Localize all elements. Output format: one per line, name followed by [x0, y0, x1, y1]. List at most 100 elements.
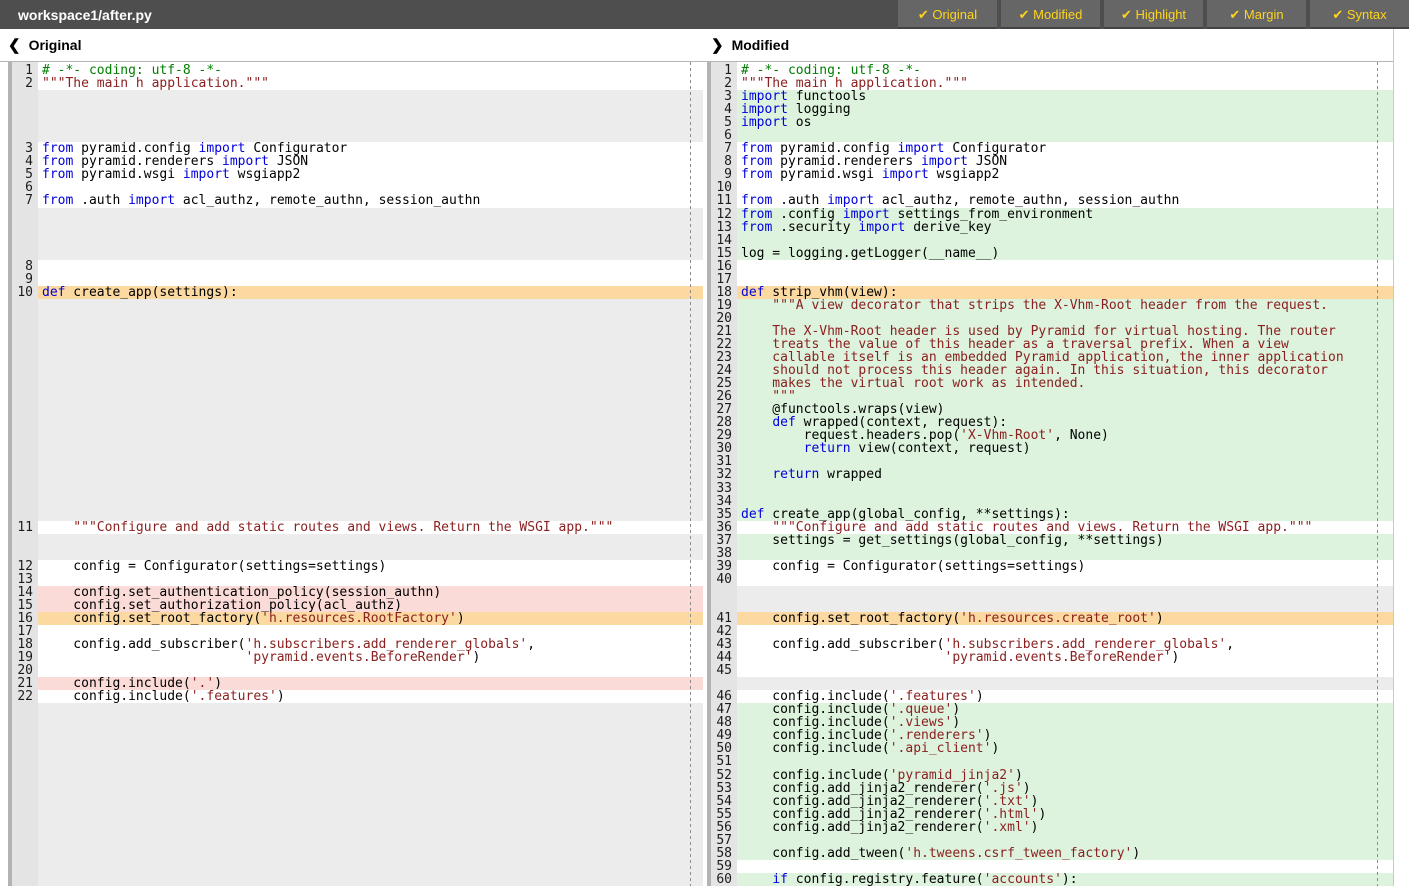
diff-filler — [38, 534, 703, 547]
line-number-gutter: 12345678910111213141516171819202122 — [12, 62, 38, 886]
line-number — [12, 482, 38, 495]
code-token: import — [882, 167, 929, 182]
original-pane-body[interactable]: 12345678910111213141516171819202122 # -*… — [0, 61, 703, 886]
diff-filler — [38, 834, 703, 847]
code-line[interactable] — [737, 573, 1393, 586]
code-token: settings = get_settings(global_config, *… — [741, 533, 1164, 548]
code-line[interactable] — [38, 260, 703, 273]
line-number — [12, 90, 38, 103]
diff-filler — [38, 703, 703, 716]
code-token: , None) — [1054, 428, 1109, 443]
code-line[interactable]: if config.registry.feature('accounts'): — [737, 873, 1393, 886]
line-number: 36 — [711, 521, 737, 534]
line-number — [12, 716, 38, 729]
modified-pane-body[interactable]: 1234567891011121314151617181920212223242… — [703, 61, 1393, 886]
code-token: """A view decorator that strips the X-Vh… — [741, 298, 1328, 313]
code-line[interactable]: config = Configurator(settings=settings) — [38, 560, 703, 573]
diff-filler — [38, 847, 703, 860]
line-number: 52 — [711, 769, 737, 782]
line-number: 35 — [711, 508, 737, 521]
code-token: ) — [472, 650, 480, 665]
line-number: 34 — [711, 495, 737, 508]
line-number: 10 — [12, 286, 38, 299]
line-number — [12, 442, 38, 455]
line-number: 59 — [711, 860, 737, 873]
toggle-margin-button[interactable]: ✔ Margin — [1207, 0, 1306, 29]
line-number: 17 — [711, 273, 737, 286]
line-number — [12, 468, 38, 481]
diff-filler — [38, 795, 703, 808]
code-token: ) — [1132, 846, 1140, 861]
code-line[interactable]: log = logging.getLogger(__name__) — [737, 247, 1393, 260]
code-line[interactable]: makes the virtual root work as intended. — [737, 377, 1393, 390]
line-number: 9 — [12, 273, 38, 286]
line-number — [12, 495, 38, 508]
code-token: import — [183, 167, 230, 182]
line-number: 20 — [711, 312, 737, 325]
line-number — [12, 116, 38, 129]
code-line[interactable]: config.add_jinja2_renderer('.xml') — [737, 821, 1393, 834]
code-line[interactable]: return wrapped — [737, 468, 1393, 481]
code-token: ) — [457, 611, 465, 626]
code-area[interactable]: # -*- coding: utf-8 -*-"""The main h app… — [38, 62, 703, 886]
code-token: config.set_root_factory( — [42, 611, 261, 626]
code-line[interactable]: from pyramid.wsgi import wsgiapp2 — [737, 168, 1393, 181]
code-line[interactable]: """A view decorator that strips the X-Vh… — [737, 299, 1393, 312]
code-token: import — [858, 220, 905, 235]
toggle-modified-button[interactable]: ✔ Modified — [1001, 0, 1100, 29]
code-token: , — [527, 637, 535, 652]
code-line[interactable]: from .auth import acl_authz, remote_auth… — [38, 194, 703, 207]
code-line[interactable]: from .security import derive_key — [737, 221, 1393, 234]
code-line[interactable]: config.set_root_factory('h.resources.Roo… — [38, 612, 703, 625]
code-token: config.include( — [741, 741, 890, 756]
code-line[interactable] — [737, 260, 1393, 273]
code-token: config.add_tween( — [741, 846, 905, 861]
code-token: ) — [1171, 650, 1179, 665]
toggle-original-button[interactable]: ✔ Original — [898, 0, 997, 29]
line-number: 38 — [711, 547, 737, 560]
code-line[interactable]: config.include('.features') — [38, 690, 703, 703]
line-number — [12, 247, 38, 260]
code-line[interactable]: config.set_root_factory('h.resources.cre… — [737, 612, 1393, 625]
toggle-syntax-button[interactable]: ✔ Syntax — [1310, 0, 1409, 29]
line-number — [12, 847, 38, 860]
diff-filler — [38, 312, 703, 325]
code-token: ): — [1062, 872, 1078, 886]
code-line[interactable]: import logging — [737, 103, 1393, 116]
code-token: view(context, request) — [851, 441, 1031, 456]
code-line[interactable]: return view(context, request) — [737, 442, 1393, 455]
code-line[interactable]: settings = get_settings(global_config, *… — [737, 534, 1393, 547]
line-number: 15 — [711, 247, 737, 260]
line-number: 16 — [711, 260, 737, 273]
line-number — [12, 808, 38, 821]
code-line[interactable] — [737, 664, 1393, 677]
line-number — [12, 403, 38, 416]
line-number — [12, 795, 38, 808]
code-line[interactable]: """The main h application.""" — [38, 77, 703, 90]
diff-filler — [38, 90, 703, 103]
line-number: 11 — [711, 194, 737, 207]
code-line[interactable]: 'pyramid.events.BeforeRender') — [737, 651, 1393, 664]
line-number — [12, 208, 38, 221]
code-line[interactable]: config = Configurator(settings=settings) — [737, 560, 1393, 573]
code-line[interactable]: config.add_tween('h.tweens.csrf_tween_fa… — [737, 847, 1393, 860]
code-line[interactable]: import os — [737, 116, 1393, 129]
diff-filler — [38, 377, 703, 390]
modified-pane-header: ❯ Modified — [703, 29, 1393, 61]
code-area[interactable]: # -*- coding: utf-8 -*-"""The main h app… — [737, 62, 1393, 886]
code-token: from — [42, 193, 73, 208]
toggle-highlight-button[interactable]: ✔ Highlight — [1104, 0, 1203, 29]
code-token: ) — [277, 689, 285, 704]
line-number — [12, 416, 38, 429]
code-line[interactable]: """Configure and add static routes and v… — [38, 521, 703, 534]
diff-filler — [38, 468, 703, 481]
line-number — [12, 703, 38, 716]
code-line[interactable] — [737, 482, 1393, 495]
code-line[interactable]: 'pyramid.events.BeforeRender') — [38, 651, 703, 664]
code-line[interactable]: from pyramid.wsgi import wsgiapp2 — [38, 168, 703, 181]
code-line[interactable]: def create_app(settings): — [38, 286, 703, 299]
code-token: ) — [1156, 611, 1164, 626]
line-number: 45 — [711, 664, 737, 677]
code-line[interactable]: config.include('.api_client') — [737, 742, 1393, 755]
diff-filler — [38, 455, 703, 468]
